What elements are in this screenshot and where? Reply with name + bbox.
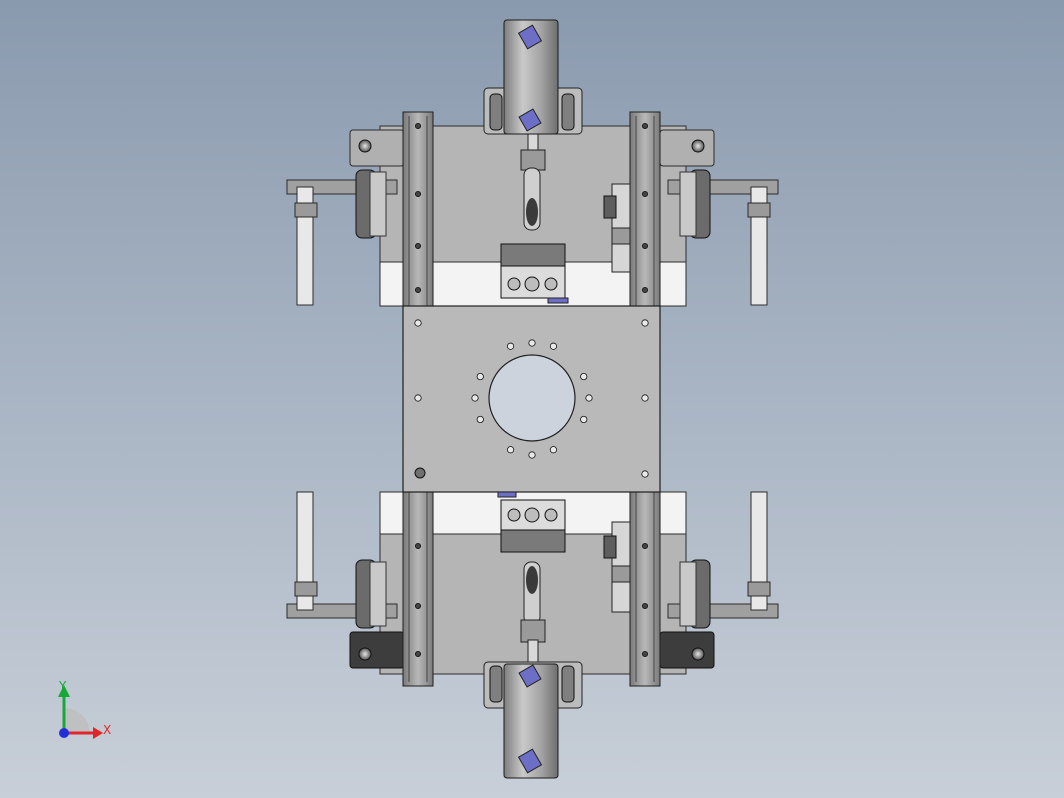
rail-screw	[414, 603, 421, 610]
mounting-hole	[476, 372, 484, 381]
z-axis-dot	[59, 728, 69, 738]
mounting-hole	[414, 394, 422, 402]
rail-screw	[414, 123, 421, 130]
lower-right-roller	[679, 559, 711, 629]
mounting-hole	[641, 319, 649, 327]
rail-screw	[642, 651, 649, 658]
rail-screw	[414, 190, 421, 197]
upper-pneumatic-cylinder	[503, 19, 559, 135]
upper-right-roller	[679, 169, 711, 239]
rail-screw	[642, 603, 649, 610]
mounting-hole	[528, 451, 536, 459]
central-mounting-plate	[402, 305, 661, 493]
mounting-hole	[476, 415, 484, 424]
mounting-hole	[549, 342, 558, 350]
rail-screw	[642, 543, 649, 550]
mounting-hole	[528, 339, 536, 347]
upper-left-bracket	[349, 129, 405, 167]
rail-screw	[642, 123, 649, 130]
rail-screw	[414, 651, 421, 658]
rail-screw	[642, 286, 649, 293]
x-arrow-head	[93, 727, 103, 739]
y-axis-label: Y	[58, 679, 67, 693]
rail-screw	[642, 242, 649, 249]
mounting-hole	[471, 394, 479, 402]
upper-right-bracket	[659, 129, 715, 167]
rail-screw	[642, 190, 649, 197]
rail-screw	[414, 286, 421, 293]
upper-left-roller	[355, 169, 387, 239]
mounting-hole	[414, 319, 422, 327]
mounting-hole	[506, 446, 515, 454]
x-axis-label: X	[103, 723, 111, 737]
lower-pneumatic-cylinder	[503, 663, 559, 779]
mounting-hole	[641, 470, 649, 478]
lower-right-bracket	[659, 631, 715, 669]
mounting-hole	[585, 394, 593, 402]
mounting-hole	[580, 372, 588, 381]
cad-viewport[interactable]: Y X	[0, 0, 1064, 798]
gripper-assembly-top-view[interactable]: Y X	[0, 0, 1064, 798]
lower-left-bracket	[349, 631, 405, 669]
mounting-hole	[506, 342, 515, 350]
mounting-hole	[549, 446, 558, 454]
mounting-hole	[641, 394, 649, 402]
rail-screw	[414, 543, 421, 550]
upper-valve-block	[500, 243, 566, 299]
lower-valve-block	[500, 499, 566, 553]
rail-screw	[414, 242, 421, 249]
axis-triad: Y X	[58, 679, 111, 739]
mounting-hole	[580, 415, 588, 424]
lower-left-roller	[355, 559, 387, 629]
